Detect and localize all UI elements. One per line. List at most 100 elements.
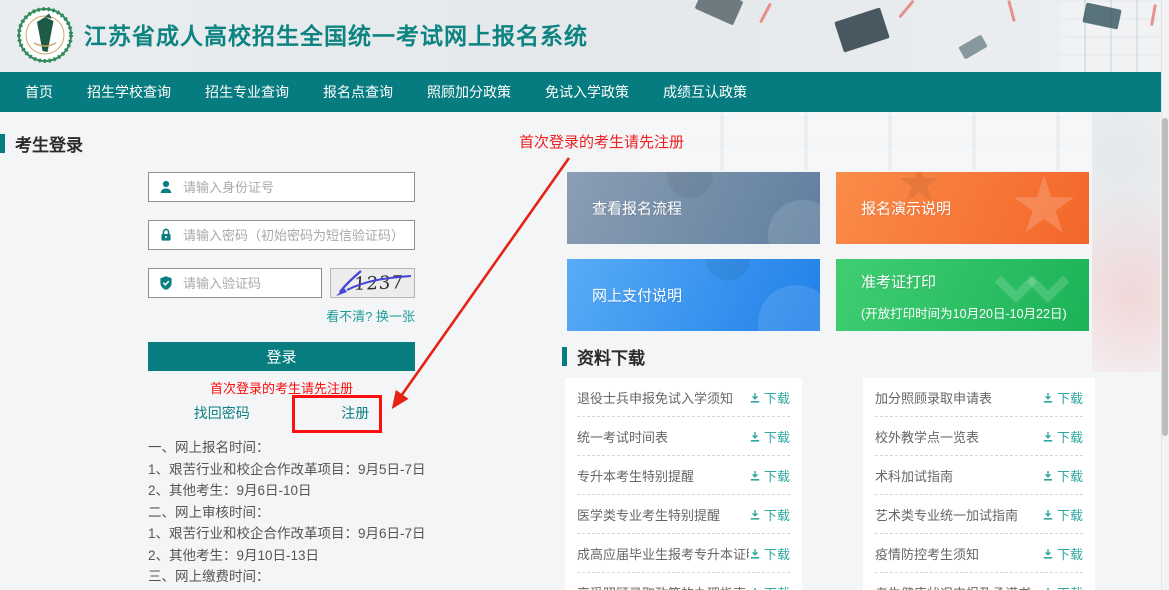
section-title-bar [0,134,5,153]
download-item-label: 退役士兵申报免试入学须知 [577,388,733,407]
school-logo [16,6,74,64]
nav-item-regpoint-query[interactable]: 报名点查询 [323,82,393,102]
download-link[interactable]: 下载 [749,388,790,407]
download-item: 疫情防控考生须知 下载 [863,534,1095,573]
schedule-notice: 一、网上报名时间： 1、艰苦行业和校企合作改革项目：9月5日-7日 2、其他考生… [148,437,426,590]
captcha-input[interactable] [183,276,312,291]
download-link[interactable]: 下载 [1042,583,1083,590]
nav-item-home[interactable]: 首页 [25,82,53,102]
password-input[interactable] [183,228,405,243]
header: 江苏省成人高校招生全国统一考试网上报名系统 [0,0,1169,72]
nav-item-bonus-policy[interactable]: 照顾加分政策 [427,82,511,102]
first-login-hint: 首次登录的考生请先注册 [148,378,415,397]
card-label: 准考证打印 [861,271,936,292]
card-registration-demo[interactable]: ★ ★ 报名演示说明 [836,172,1089,244]
nav-item-score-policy[interactable]: 成绩互认政策 [663,82,747,102]
annotation-register-first: 首次登录的考生请先注册 [519,131,684,152]
background-photo-remnant [640,112,1090,170]
downloads-section-title: 资料下载 [562,344,645,369]
card-label: 网上支付说明 [592,285,682,306]
card-admission-ticket-print[interactable]: 准考证打印 (开放打印时间为10月20日-10月22日) [836,259,1089,331]
download-link[interactable]: 下载 [749,583,790,590]
download-icon [1042,431,1054,443]
download-item: 加分照顾录取申请表 下载 [863,378,1095,417]
download-item-label: 加分照顾录取申请表 [875,388,992,407]
forgot-password-link[interactable]: 找回密码 [194,403,250,423]
chevron-decoration [1027,261,1069,303]
schedule-line: 一、网上报名时间： [148,437,426,459]
download-item-label: 医学类专业考生特别提醒 [577,505,720,524]
download-item: 医学类专业考生特别提醒 下载 [565,495,802,534]
download-item-label: 专升本考生特别提醒 [577,466,694,485]
card-online-payment-info[interactable]: 网上支付说明 [567,259,820,331]
download-item: 术科加试指南 下载 [863,456,1095,495]
download-link[interactable]: 下载 [1042,466,1083,485]
card-label: 查看报名流程 [592,198,682,219]
card-label: 报名演示说明 [861,198,951,219]
download-item: 享受照顾录取政策的办理指南 下载 [565,573,802,590]
download-link[interactable]: 下载 [1042,427,1083,446]
captcha-image[interactable]: 1237 [330,268,415,298]
circle-decoration [768,200,820,244]
password-field[interactable] [148,220,415,250]
download-item: 退役士兵申报免试入学须知 下载 [565,378,802,417]
download-icon [1042,470,1054,482]
download-item: 艺术类专业统一加试指南 下载 [863,495,1095,534]
circle-decoration [758,285,820,331]
captcha-field[interactable] [148,268,322,298]
user-icon [158,179,174,195]
download-link[interactable]: 下载 [1042,388,1083,407]
download-icon [749,548,761,560]
card-view-registration-process[interactable]: 查看报名流程 [567,172,820,244]
download-icon [1042,392,1054,404]
nav-item-school-query[interactable]: 招生学校查询 [87,82,171,102]
login-links: 找回密码 注册 [148,403,415,423]
login-section-title-text: 考生登录 [15,131,83,156]
download-item-label: 校外教学点一览表 [875,427,979,446]
schedule-line: 1、艰苦行业和校企合作改革项目：9月5日-7日 [148,459,426,481]
schedule-line: 1、艰苦行业和校企合作改革项目：9月6日-7日 [148,523,426,545]
login-section-title: 考生登录 [0,131,83,156]
download-item-label: 艺术类专业统一加试指南 [875,505,1018,524]
download-link[interactable]: 下载 [1042,505,1083,524]
download-icon [749,509,761,521]
scrollbar-track[interactable] [1161,0,1169,590]
schedule-line: 三、网上缴费时间： [148,566,426,588]
circle-decoration [706,259,750,281]
nav-item-exempt-policy[interactable]: 免试入学政策 [545,82,629,102]
id-number-field[interactable] [148,172,415,202]
scrollbar-thumb[interactable] [1162,118,1168,436]
download-item-label: 术科加试指南 [875,466,953,485]
download-link[interactable]: 下载 [749,544,790,563]
shield-check-icon [158,275,174,291]
register-link[interactable]: 注册 [341,403,369,423]
downloads-right-column: 加分照顾录取申请表 下载 校外教学点一览表 下载 术科加试指南 下载 艺术类专业… [863,378,1095,590]
schedule-line: 2、其他考生：9月6日-10日 [148,480,426,502]
download-icon [749,431,761,443]
card-subtitle: (开放打印时间为10月20日-10月22日) [861,303,1067,322]
schedule-line: 2、其他考生：9月10日-13日 [148,545,426,567]
captcha-refresh-link[interactable]: 看不清? 换一张 [280,306,415,325]
download-item: 专升本考生特别提醒 下载 [565,456,802,495]
download-item: 考生健康状况申报及承诺书 下载 [863,573,1095,590]
download-link[interactable]: 下载 [749,466,790,485]
nav-item-major-query[interactable]: 招生专业查询 [205,82,289,102]
circle-decoration [667,172,713,198]
download-icon [1042,548,1054,560]
lock-icon [158,227,174,243]
download-item-label: 疫情防控考生须知 [875,544,979,563]
background-photo-remnant [1092,112,1160,372]
download-icon [1042,587,1054,590]
login-button[interactable]: 登录 [148,342,415,371]
download-link[interactable]: 下载 [1042,544,1083,563]
download-item-label: 成高应届毕业生报考专升本证明 [577,544,749,563]
main-nav: 首页 招生学校查询 招生专业查询 报名点查询 照顾加分政策 免试入学政策 成绩互… [0,72,1169,112]
schedule-line: 二、网上审核时间： [148,502,426,524]
id-number-input[interactable] [183,180,405,195]
download-icon [749,470,761,482]
section-title-bar [562,347,567,366]
download-item-label: 统一考试时间表 [577,427,668,446]
download-item-label: 考生健康状况申报及承诺书 [875,583,1031,590]
download-link[interactable]: 下载 [749,505,790,524]
download-link[interactable]: 下载 [749,427,790,446]
